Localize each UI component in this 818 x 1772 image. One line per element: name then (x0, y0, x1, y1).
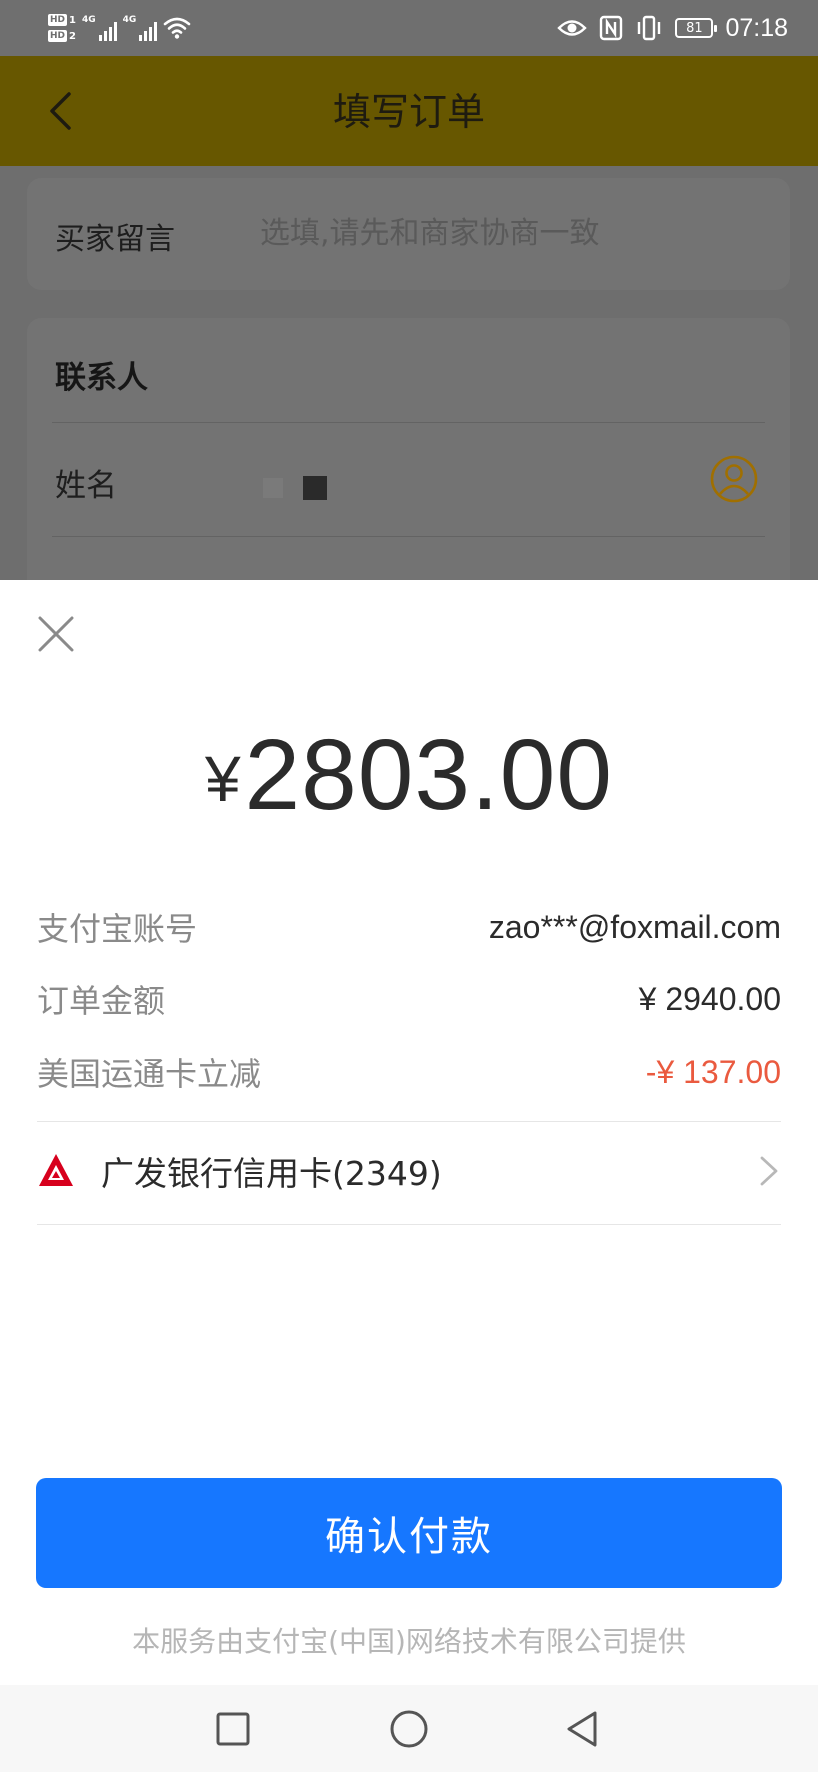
payment-sheet: ¥2803.00 支付宝账号 zao***@foxmail.com 订单金额 ¥… (0, 580, 818, 1685)
back-nav-icon[interactable] (561, 1707, 605, 1751)
payment-method-selector[interactable]: 广发银行信用卡(2349) (37, 1121, 781, 1221)
buyer-message-label: 买家留言 (55, 222, 175, 257)
divider (37, 1224, 781, 1225)
vibrate-icon (638, 15, 661, 41)
system-nav-bar (0, 1685, 818, 1772)
home-icon[interactable] (387, 1707, 431, 1751)
alipay-account-label: 支付宝账号 (37, 910, 198, 948)
confirm-payment-button[interactable]: 确认付款 (36, 1478, 782, 1588)
recent-apps-icon[interactable] (211, 1707, 255, 1751)
discount-value: -¥ 137.00 (645, 1053, 781, 1090)
name-value[interactable] (263, 476, 327, 500)
alipay-account-row: 支付宝账号 zao***@foxmail.com (37, 902, 781, 952)
currency-symbol: ¥ (204, 743, 241, 815)
clock: 07:18 (725, 13, 788, 42)
provider-note: 本服务由支付宝(中国)网络技术有限公司提供 (132, 1625, 686, 1658)
divider (52, 536, 765, 537)
signal-icon-1: 4G (82, 15, 117, 41)
chevron-right-icon (760, 1156, 778, 1186)
order-amount-value: ¥ 2940.00 (638, 980, 781, 1017)
name-label: 姓名 (55, 468, 117, 504)
app-header: 填写订单 (0, 56, 818, 166)
close-icon[interactable] (34, 612, 78, 656)
page-title: 填写订单 (332, 90, 485, 134)
status-bar: HD 1 HD 2 4G 4G 81 07:18 (0, 0, 818, 56)
buyer-message-card: 买家留言 选填,请先和商家协商一致 (27, 178, 790, 290)
hd1-icon: HD 1 (48, 14, 76, 26)
signal-icon-2: 4G (123, 15, 158, 41)
discount-row: 美国运通卡立减 -¥ 137.00 (37, 1047, 781, 1097)
discount-label: 美国运通卡立减 (37, 1055, 262, 1093)
contact-title: 联系人 (55, 360, 148, 396)
cgb-bank-logo-icon (39, 1154, 73, 1186)
name-char-placeholder (303, 476, 327, 500)
payment-method-label: 广发银行信用卡(2349) (101, 1154, 442, 1193)
amount-value: 2803.00 (244, 719, 614, 831)
battery-icon: 81 (675, 18, 718, 38)
buyer-message-input[interactable]: 选填,请先和商家协商一致 (260, 208, 600, 252)
status-right: 81 07:18 (557, 8, 788, 48)
name-char-placeholder (263, 478, 283, 498)
order-amount-label: 订单金额 (37, 982, 166, 1020)
divider (52, 422, 765, 423)
alipay-account-value: zao***@foxmail.com (488, 908, 781, 945)
contact-card: 联系人 姓名 (27, 318, 790, 618)
eye-icon (557, 20, 588, 36)
payment-amount: ¥2803.00 (0, 720, 818, 860)
status-left: HD 1 HD 2 4G 4G (48, 8, 191, 48)
wifi-icon (163, 17, 191, 39)
hd-indicators: HD 1 HD 2 (48, 14, 76, 43)
order-amount-row: 订单金额 ¥ 2940.00 (37, 974, 781, 1024)
person-circle-icon[interactable] (709, 454, 759, 504)
nfc-icon (600, 15, 623, 41)
hd2-icon: HD 2 (48, 30, 76, 42)
